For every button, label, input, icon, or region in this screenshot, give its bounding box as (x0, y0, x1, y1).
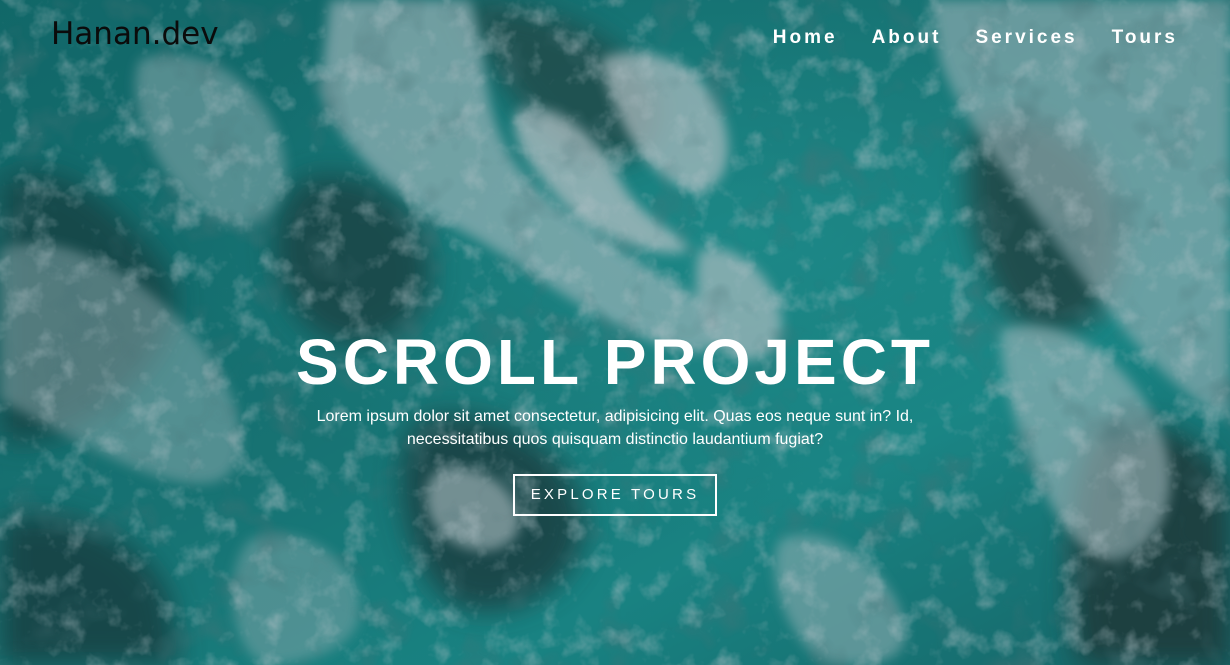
explore-tours-button[interactable]: EXPLORE TOURS (512, 474, 718, 516)
nav-item-about: About (872, 27, 942, 49)
nav-link-about[interactable]: About (872, 27, 942, 49)
nav-item-services: Services (975, 27, 1077, 49)
nav-link-tours[interactable]: Tours (1112, 27, 1178, 49)
nav-item-home: Home (773, 27, 838, 49)
hero-description: Lorem ipsum dolor sit amet consectetur, … (316, 408, 914, 448)
nav-link-home[interactable]: Home (773, 27, 838, 49)
hero-title: SCROLL PROJECT (296, 326, 934, 398)
nav-links: Home About Services Tours (773, 27, 1178, 49)
navbar: Hanan.dev Home About Services Tours (0, 0, 1230, 76)
hero-banner: SCROLL PROJECT Lorem ipsum dolor sit ame… (0, 325, 1230, 516)
hero-section: Hanan.dev Home About Services Tours SCRO… (0, 0, 1230, 665)
nav-item-tours: Tours (1112, 27, 1178, 49)
nav-link-services[interactable]: Services (975, 27, 1077, 49)
site-logo[interactable]: Hanan.dev (51, 14, 219, 54)
